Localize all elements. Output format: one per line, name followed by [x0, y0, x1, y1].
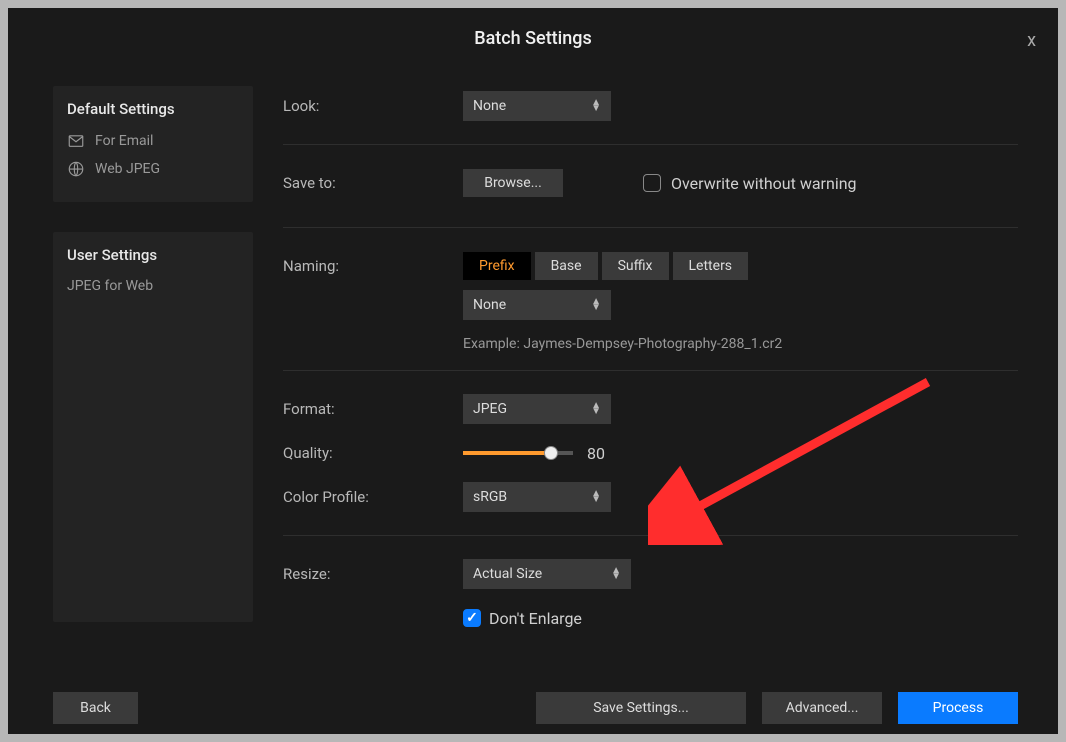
dialog-title: Batch Settings [474, 28, 592, 49]
look-select[interactable]: None ▲▼ [463, 91, 611, 121]
naming-example: Example: Jaymes-Dempsey-Photography-288_… [463, 336, 782, 352]
dont-enlarge-checkbox[interactable]: ✓ [463, 609, 481, 627]
quality-label: Quality: [283, 444, 463, 462]
overwrite-checkbox[interactable] [643, 174, 661, 192]
color-profile-select[interactable]: sRGB ▲▼ [463, 482, 611, 512]
resize-select[interactable]: Actual Size ▲▼ [463, 559, 631, 589]
user-settings-section: User Settings JPEG for Web [53, 232, 253, 622]
quality-slider[interactable] [463, 451, 573, 455]
process-button[interactable]: Process [898, 692, 1018, 724]
updown-icon: ▲▼ [611, 568, 621, 580]
seg-letters[interactable]: Letters [673, 252, 749, 280]
resize-label: Resize: [283, 565, 463, 583]
footer: Back Save Settings... Advanced... Proces… [8, 692, 1058, 724]
format-select[interactable]: JPEG ▲▼ [463, 394, 611, 424]
updown-icon: ▲▼ [591, 491, 601, 503]
sidebar: Default Settings For Email Web JPEG User… [8, 68, 253, 734]
look-label: Look: [283, 97, 463, 115]
divider [283, 227, 1018, 228]
divider [283, 144, 1018, 145]
advanced-button[interactable]: Advanced... [762, 692, 882, 724]
slider-thumb[interactable] [544, 446, 558, 460]
seg-prefix[interactable]: Prefix [463, 252, 531, 280]
quality-value: 80 [587, 444, 605, 463]
browse-button[interactable]: Browse... [463, 169, 563, 197]
color-profile-label: Color Profile: [283, 488, 463, 506]
updown-icon: ▲▼ [591, 299, 601, 311]
updown-icon: ▲▼ [591, 100, 601, 112]
sidebar-item-label: JPEG for Web [67, 278, 153, 294]
save-to-label: Save to: [283, 174, 463, 192]
naming-label: Naming: [283, 257, 463, 275]
sidebar-item-jpeg-for-web[interactable]: JPEG for Web [67, 278, 239, 294]
default-settings-section: Default Settings For Email Web JPEG [53, 86, 253, 202]
sidebar-item-web-jpeg[interactable]: Web JPEG [67, 160, 239, 178]
divider [283, 370, 1018, 371]
seg-suffix[interactable]: Suffix [602, 252, 669, 280]
sidebar-item-label: For Email [95, 133, 153, 149]
dont-enlarge-label: Don't Enlarge [489, 609, 582, 628]
globe-icon [67, 160, 85, 178]
close-button[interactable]: x [1027, 30, 1036, 51]
save-settings-button[interactable]: Save Settings... [536, 692, 746, 724]
titlebar: Batch Settings x [8, 8, 1058, 68]
naming-select[interactable]: None ▲▼ [463, 290, 611, 320]
user-settings-title: User Settings [67, 246, 239, 264]
back-button[interactable]: Back [53, 692, 138, 724]
format-label: Format: [283, 400, 463, 418]
naming-segmented: Prefix Base Suffix Letters [463, 252, 748, 280]
sidebar-item-label: Web JPEG [95, 161, 160, 177]
sidebar-item-for-email[interactable]: For Email [67, 132, 239, 150]
main-panel: Look: None ▲▼ Save to: Browse... Overwri… [253, 68, 1058, 734]
updown-icon: ▲▼ [591, 403, 601, 415]
divider [283, 535, 1018, 536]
seg-base[interactable]: Base [535, 252, 598, 280]
default-settings-title: Default Settings [67, 100, 239, 118]
overwrite-label: Overwrite without warning [671, 174, 857, 193]
mail-icon [67, 132, 85, 150]
